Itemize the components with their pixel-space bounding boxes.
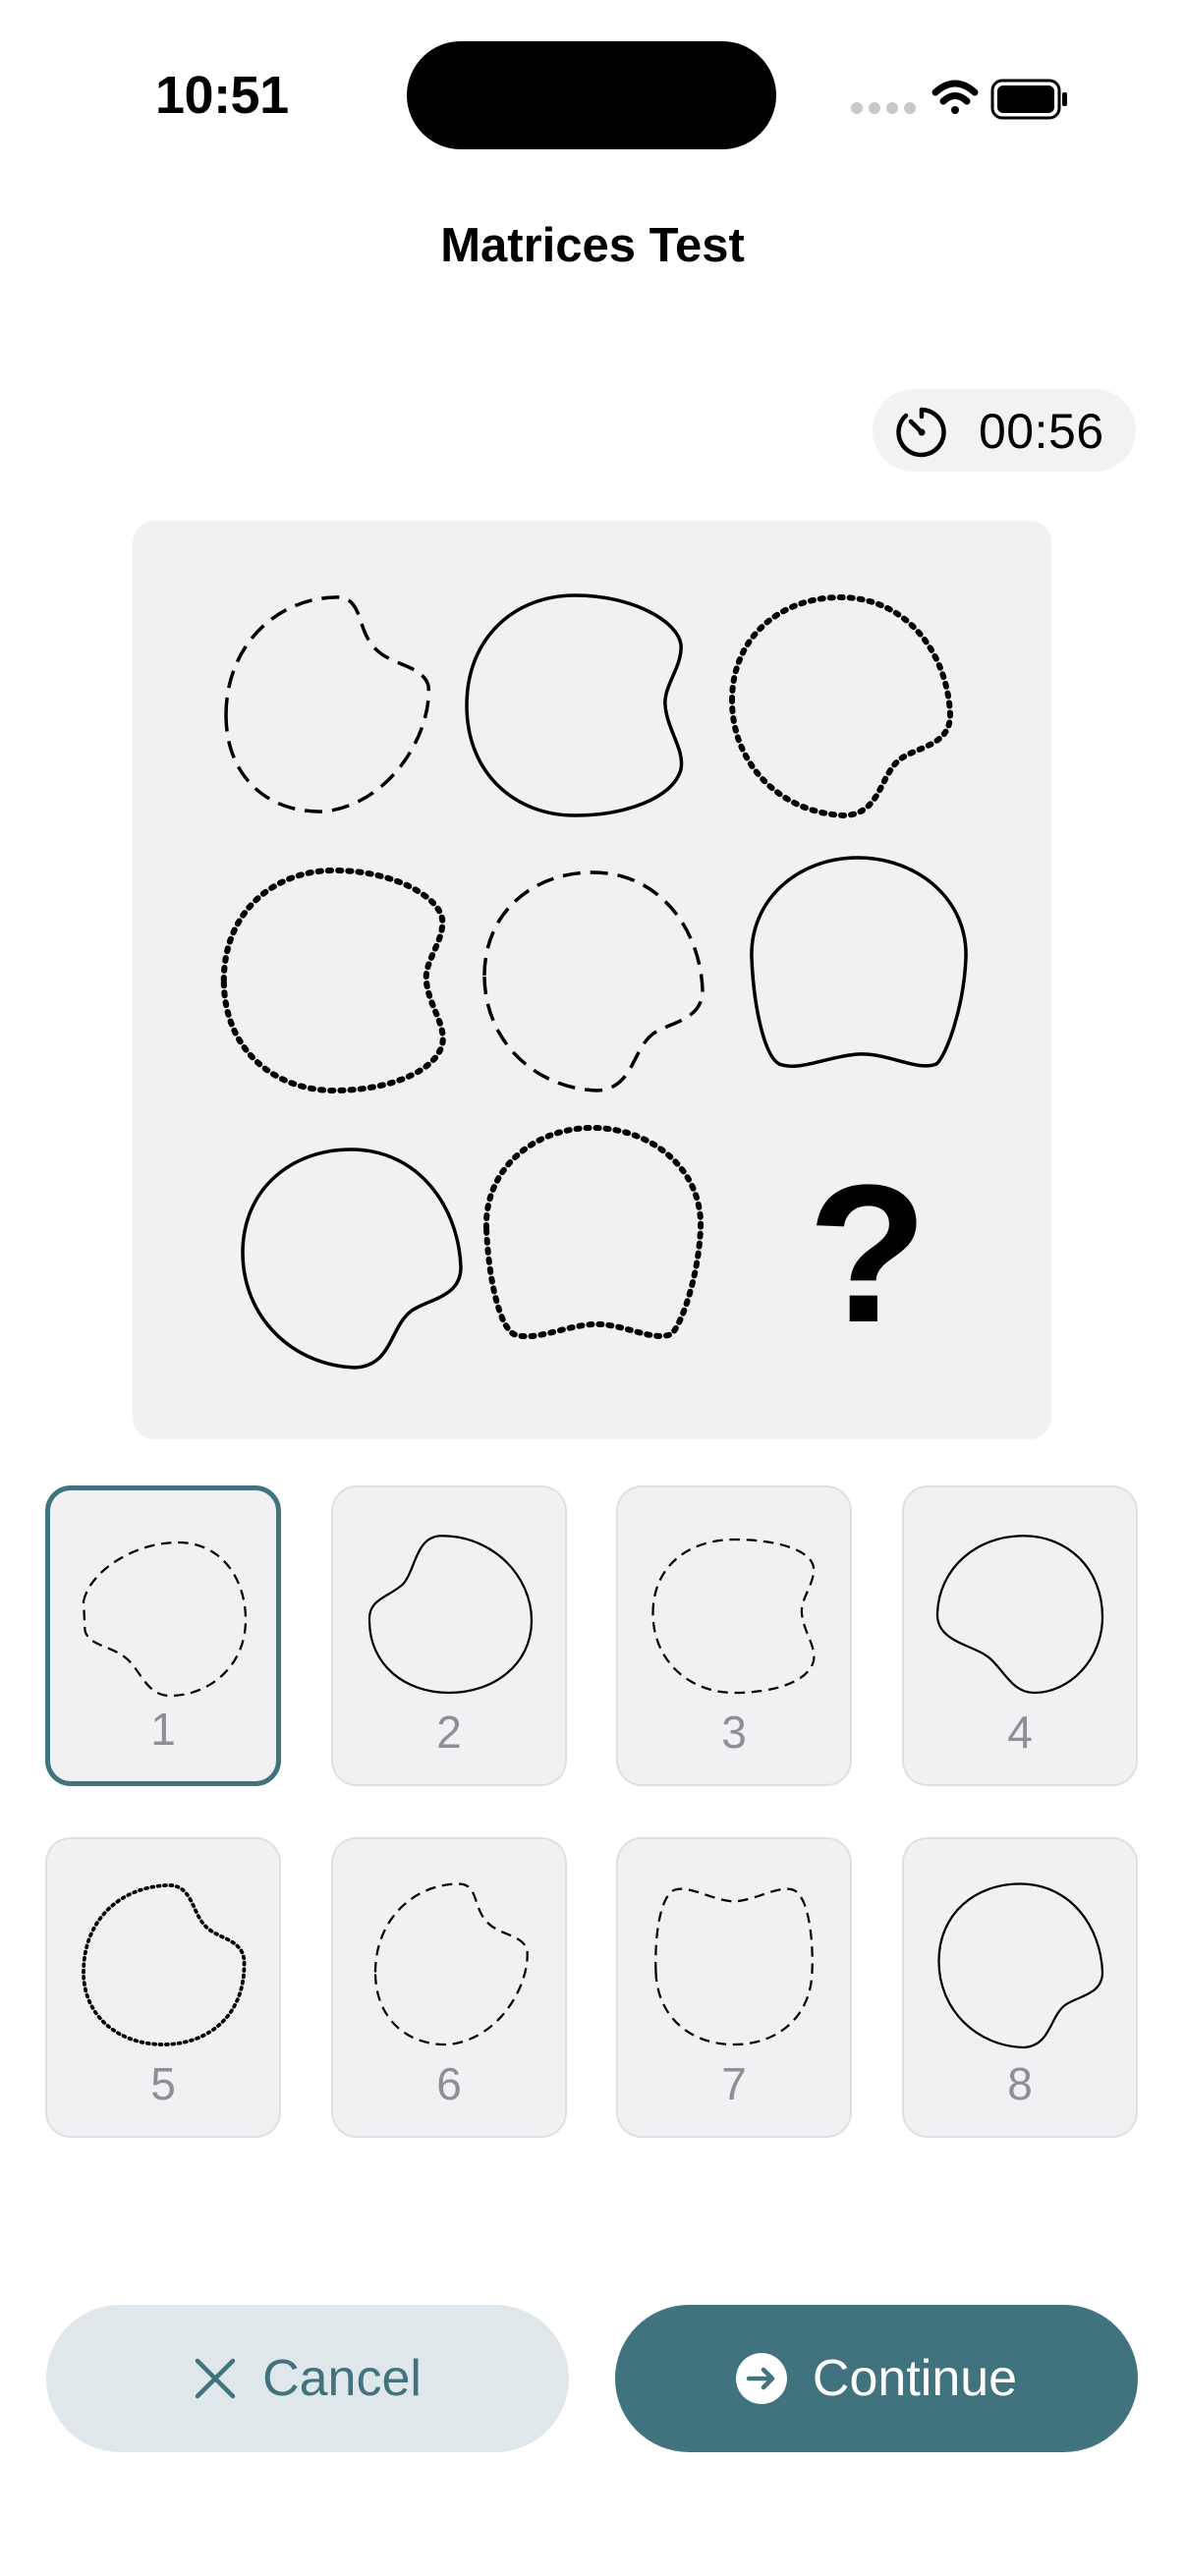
- dynamic-island: [407, 41, 776, 149]
- option-7[interactable]: 7: [616, 1837, 852, 2138]
- matrix-grid: ?: [133, 593, 968, 1370]
- option-5-shape: [82, 1883, 247, 2046]
- timer-badge: 00:56: [873, 389, 1136, 472]
- timer-value: 00:56: [979, 404, 1104, 459]
- matrix-panel: ?: [133, 521, 1051, 1439]
- option-3[interactable]: 3: [616, 1485, 852, 1786]
- option-4[interactable]: 4: [902, 1485, 1138, 1786]
- option-6-shape: [373, 1882, 529, 2046]
- option-6-number: 6: [436, 2058, 462, 2109]
- cancel-button-label: Cancel: [262, 2350, 422, 2407]
- battery-icon: [990, 79, 1067, 120]
- status-bar: 10:51: [0, 0, 1185, 187]
- option-1-number: 1: [150, 1704, 176, 1755]
- option-8[interactable]: 8: [902, 1837, 1138, 2138]
- wifi-icon: [931, 80, 979, 114]
- cancel-button[interactable]: Cancel: [46, 2305, 569, 2452]
- option-6[interactable]: 6: [331, 1837, 567, 2138]
- option-3-number: 3: [721, 1707, 747, 1758]
- option-5-number: 5: [150, 2058, 176, 2109]
- option-1-shape: [82, 1540, 248, 1698]
- matrix-shape-r2c2: [482, 870, 705, 1092]
- option-4-number: 4: [1007, 1707, 1033, 1758]
- continue-button-label: Continue: [812, 2350, 1018, 2407]
- continue-button[interactable]: Continue: [615, 2305, 1138, 2452]
- timer-icon: [896, 407, 946, 458]
- option-5[interactable]: 5: [45, 1837, 281, 2138]
- status-icons: [851, 79, 1067, 120]
- page-title: Matrices Test: [440, 219, 745, 272]
- cellular-signal-icon: [851, 102, 916, 114]
- option-8-number: 8: [1007, 2058, 1033, 2109]
- matrix-shape-r3c1: [241, 1148, 463, 1370]
- option-8-shape: [937, 1882, 1104, 2049]
- matrix-shape-r2c3: [750, 856, 968, 1068]
- matrix-shape-r3c2: [486, 1128, 701, 1336]
- matrix-shape-r2c1: [224, 870, 443, 1091]
- option-7-number: 7: [721, 2058, 747, 2109]
- option-4-shape: [935, 1535, 1104, 1695]
- option-2-shape: [367, 1535, 534, 1695]
- missing-cell-question-mark: ?: [808, 1145, 928, 1364]
- answer-options: 1 2 3 4 5 6 7 8: [45, 1485, 1140, 2154]
- arrow-right-circle-icon: [735, 2353, 787, 2404]
- close-icon: [195, 2358, 236, 2399]
- matrix-shape-r1c1: [224, 595, 431, 813]
- option-2-number: 2: [436, 1707, 462, 1758]
- matrix-shape-r1c2: [465, 593, 684, 817]
- option-7-shape: [654, 1887, 814, 2046]
- matrix-shape-r1c3: [732, 597, 950, 815]
- status-time: 10:51: [155, 66, 289, 125]
- option-2[interactable]: 2: [331, 1485, 567, 1786]
- option-3-shape: [651, 1538, 816, 1695]
- option-1[interactable]: 1: [45, 1485, 281, 1786]
